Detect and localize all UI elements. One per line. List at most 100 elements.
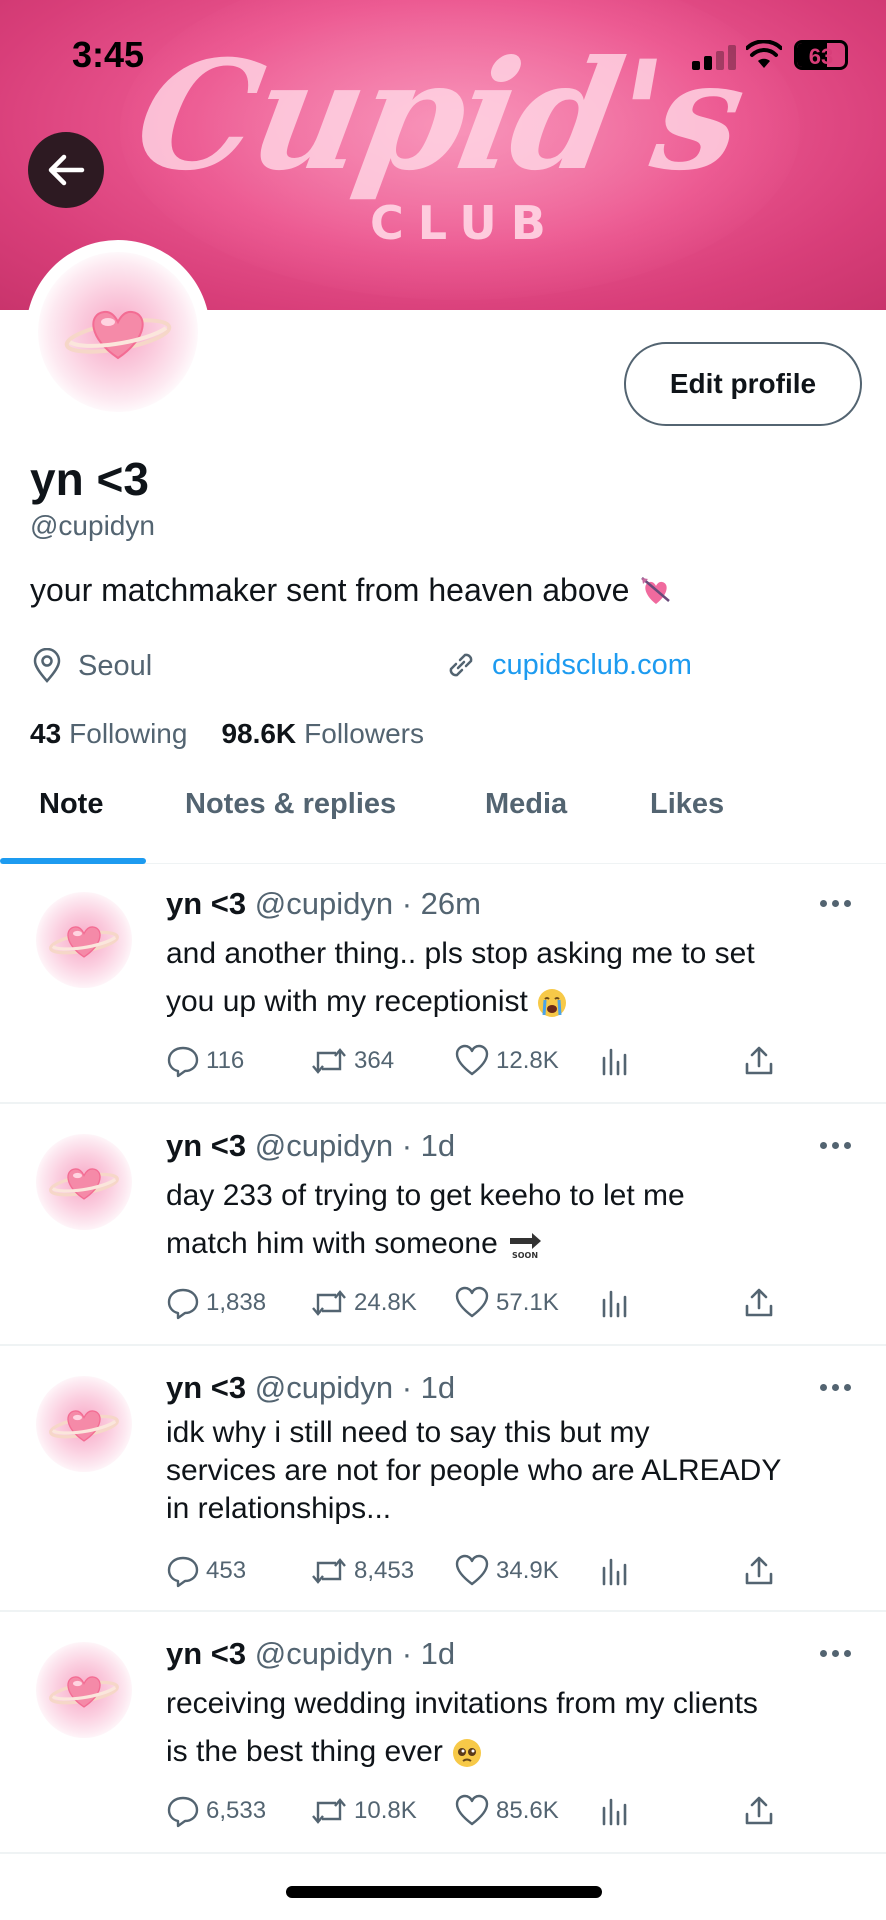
share-button[interactable] <box>742 1286 776 1320</box>
post-text-line: and another thing.. pls stop asking me t… <box>166 930 866 978</box>
bio-text: your matchmaker sent from heaven above <box>30 572 630 608</box>
post-item[interactable]: yn <3 @cupidyn · 1d receiving wedding inv… <box>0 1614 886 1854</box>
like-button[interactable]: 85.6K <box>454 1794 559 1828</box>
followers-count: 98.6K <box>221 718 297 749</box>
post-avatar[interactable] <box>36 1376 132 1472</box>
views-chart-icon <box>602 1048 627 1076</box>
post-author-handle: @cupidyn <box>254 1370 394 1405</box>
reply-button[interactable]: 6,533 <box>166 1794 266 1828</box>
post-text: idk why i still need to say this but my <box>166 1416 650 1449</box>
post-text: day 233 of trying to get keeho to let me <box>166 1179 685 1212</box>
back-arrow-icon <box>48 154 85 186</box>
views-chart-icon <box>602 1290 627 1318</box>
repost-button[interactable]: 8,453 <box>310 1554 414 1588</box>
post-timestamp: 1d <box>420 1370 456 1405</box>
reply-count: 453 <box>206 1557 247 1584</box>
post-text-line: is the best thing ever <box>166 1728 866 1776</box>
pleading-face-emoji-icon <box>453 1739 482 1768</box>
following-count: 43 <box>30 718 62 749</box>
repost-count: 8,453 <box>354 1557 415 1584</box>
post-text: in relationships... <box>166 1492 392 1525</box>
more-options-icon[interactable] <box>820 1142 852 1152</box>
post-avatar[interactable] <box>36 892 132 988</box>
more-options-icon[interactable] <box>820 1650 852 1660</box>
banner-logo-sub: CLUB <box>370 196 560 250</box>
post-actions: 453 8,453 34.9K <box>166 1554 806 1598</box>
reply-button[interactable]: 1,838 <box>166 1286 266 1320</box>
post-item[interactable]: yn <3 @cupidyn · 26m and another thing.. … <box>0 864 886 1104</box>
heart-with-arrow-emoji-icon <box>641 576 671 604</box>
more-options-icon[interactable] <box>820 1384 852 1394</box>
post-avatar[interactable] <box>36 1134 132 1230</box>
soon-arrow-emoji-icon: SOON <box>510 1233 542 1260</box>
views-button[interactable] <box>598 1286 632 1320</box>
post-text-line: idk why i still need to say this but my <box>166 1414 866 1452</box>
post-author-handle: @cupidyn <box>254 1128 394 1163</box>
reply-icon <box>167 1288 199 1320</box>
like-button[interactable]: 34.9K <box>454 1554 559 1588</box>
post-text-line: in relationships... <box>166 1490 866 1528</box>
reply-button[interactable]: 453 <box>166 1554 246 1588</box>
following-label: Following <box>69 718 188 749</box>
tab-note[interactable]: Note <box>39 788 103 821</box>
share-icon <box>745 1288 773 1317</box>
views-button[interactable] <box>598 1044 632 1078</box>
website-link[interactable]: cupidsclub.com <box>492 649 692 682</box>
profile-avatar[interactable] <box>26 240 210 424</box>
like-count: 12.8K <box>496 1047 559 1074</box>
post-text-line: receiving wedding invitations from my cl… <box>166 1680 866 1728</box>
share-icon <box>745 1556 773 1585</box>
like-count: 85.6K <box>496 1797 559 1824</box>
post-text: services are not for people who are ALRE… <box>166 1454 782 1487</box>
svg-text:SOON: SOON <box>512 1251 538 1260</box>
post-item[interactable]: yn <3 @cupidyn · 1d idk why i still need … <box>0 1348 886 1612</box>
views-button[interactable] <box>598 1554 632 1588</box>
like-button[interactable]: 12.8K <box>454 1044 559 1078</box>
home-indicator[interactable] <box>286 1886 602 1898</box>
edit-profile-button[interactable]: Edit profile <box>624 342 862 426</box>
like-button[interactable]: 57.1K <box>454 1286 559 1320</box>
post-separator: · <box>393 1128 421 1163</box>
post-text-line: day 233 of trying to get keeho to let me <box>166 1172 866 1220</box>
followers-stat[interactable]: 98.6K Followers <box>221 718 424 750</box>
repost-icon <box>312 1558 346 1584</box>
share-button[interactable] <box>742 1554 776 1588</box>
repost-button[interactable]: 364 <box>310 1044 394 1078</box>
profile-website[interactable]: cupidsclub.com <box>444 648 692 682</box>
views-button[interactable] <box>598 1794 632 1828</box>
repost-button[interactable]: 24.8K <box>310 1286 417 1320</box>
reply-icon <box>167 1046 199 1078</box>
tab-media[interactable]: Media <box>485 788 567 821</box>
post-author-name: yn <3 <box>166 886 247 921</box>
post-author-handle: @cupidyn <box>254 886 394 921</box>
following-stat[interactable]: 43 Following <box>30 718 187 750</box>
reply-count: 1,838 <box>206 1289 267 1316</box>
views-chart-icon <box>602 1798 627 1826</box>
post-text: match him with someone <box>166 1227 498 1260</box>
back-button[interactable] <box>28 132 104 208</box>
post-avatar[interactable] <box>36 1642 132 1738</box>
post-item[interactable]: yn <3 @cupidyn · 1d day 233 of trying to … <box>0 1106 886 1346</box>
post-header: yn <3 @cupidyn · 1d <box>166 1370 455 1406</box>
post-author-name: yn <3 <box>166 1128 247 1163</box>
post-timestamp: 1d <box>420 1128 456 1163</box>
share-button[interactable] <box>742 1794 776 1828</box>
reply-button[interactable]: 116 <box>166 1044 244 1078</box>
more-options-icon[interactable] <box>820 900 852 910</box>
tab-notes-replies[interactable]: Notes & replies <box>185 788 396 821</box>
post-timestamp: 26m <box>420 886 481 921</box>
profile-handle: @cupidyn <box>30 510 155 541</box>
battery-icon: 63 <box>794 40 848 70</box>
post-author-name: yn <3 <box>166 1636 247 1671</box>
like-count: 57.1K <box>496 1289 559 1316</box>
tab-likes[interactable]: Likes <box>650 788 724 821</box>
like-heart-icon <box>455 1794 489 1826</box>
location-pin-icon <box>33 648 61 683</box>
heart-ring-icon <box>49 1410 119 1442</box>
location-text: Seoul <box>78 649 153 682</box>
repost-button[interactable]: 10.8K <box>310 1794 417 1828</box>
share-button[interactable] <box>742 1044 776 1078</box>
follow-stats: 43 Following 98.6K Followers <box>30 718 424 750</box>
heart-ring-icon <box>64 310 172 360</box>
reply-count: 6,533 <box>206 1797 267 1824</box>
